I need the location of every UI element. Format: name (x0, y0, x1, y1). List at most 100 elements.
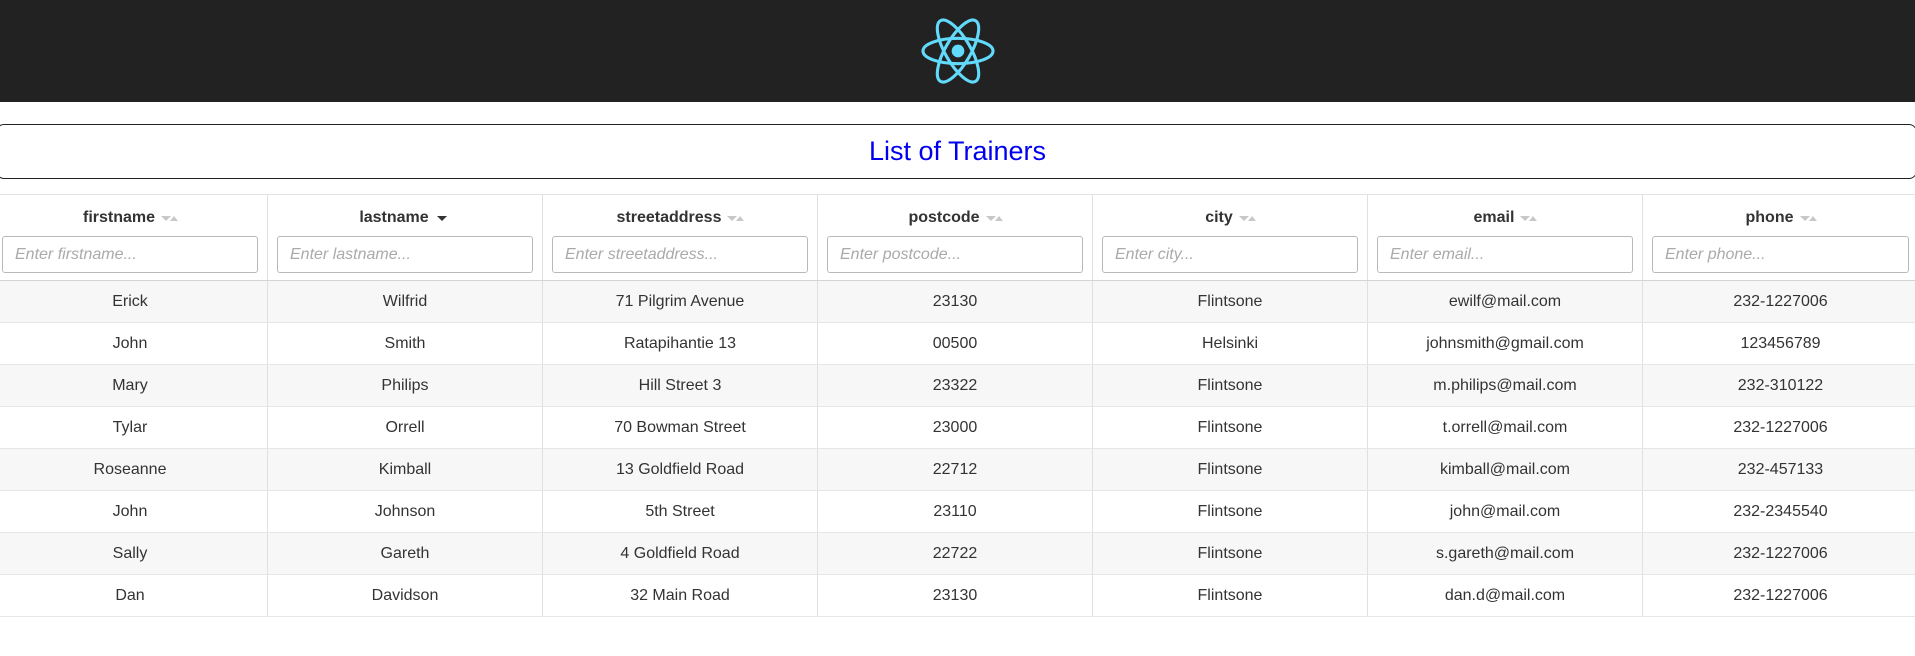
table-row[interactable]: John Johnson 5th Street 23110 Flintsone … (0, 491, 1915, 533)
filter-input-postcode[interactable] (827, 236, 1083, 273)
cell-city: Flintsone (1093, 575, 1368, 616)
cell-email: ewilf@mail.com (1368, 281, 1643, 322)
filter-input-lastname[interactable] (277, 236, 533, 273)
sort-header-streetaddress[interactable]: streetaddress (616, 207, 745, 229)
column-label: email (1473, 209, 1515, 226)
table-row[interactable]: Erick Wilfrid 71 Pilgrim Avenue 23130 Fl… (0, 281, 1915, 323)
cell-phone: 232-457133 (1737, 460, 1824, 478)
cell-email: t.orrell@mail.com (1368, 407, 1643, 448)
cell-streetaddress: 71 Pilgrim Avenue (543, 281, 818, 322)
filter-input-firstname[interactable] (2, 236, 258, 273)
cell-streetaddress: 4 Goldfield Road (543, 533, 818, 574)
cell-email: dan.d@mail.com (1368, 575, 1643, 616)
column-label: city (1205, 209, 1233, 226)
filter-input-streetaddress[interactable] (552, 236, 808, 273)
cell-email: john@mail.com (1368, 491, 1643, 532)
cell-city: Flintsone (1093, 533, 1368, 574)
cell-email: johnsmith@gmail.com (1368, 323, 1643, 364)
cell-email: kimball@mail.com (1368, 449, 1643, 490)
cell-lastname: Smith (268, 323, 543, 364)
column-label: streetaddress (616, 209, 722, 226)
cell-streetaddress: Hill Street 3 (543, 365, 818, 406)
cell-phone: 232-1227006 (1733, 544, 1828, 562)
column-header-city: city (1093, 195, 1368, 280)
column-label: phone (1745, 209, 1794, 226)
table-row[interactable]: Sally Gareth 4 Goldfield Road 22722 Flin… (0, 533, 1915, 575)
column-label: postcode (908, 209, 980, 226)
filter-input-phone[interactable] (1652, 236, 1909, 273)
cell-firstname: Mary (0, 365, 268, 406)
cell-email: m.philips@mail.com (1368, 365, 1643, 406)
cell-phone: 232-310122 (1737, 376, 1824, 394)
cell-postcode: 23130 (818, 575, 1093, 616)
cell-postcode: 23000 (818, 407, 1093, 448)
table-row[interactable]: Tylar Orrell 70 Bowman Street 23000 Flin… (0, 407, 1915, 449)
cell-lastname: Gareth (268, 533, 543, 574)
cell-streetaddress: 5th Street (543, 491, 818, 532)
react-logo-icon (920, 18, 995, 84)
cell-streetaddress: 13 Goldfield Road (543, 449, 818, 490)
filter-input-email[interactable] (1377, 236, 1633, 273)
sort-icon (161, 213, 179, 223)
cell-phone: 123456789 (1740, 334, 1821, 352)
column-label: lastname (359, 209, 429, 226)
cell-phone: 232-2345540 (1733, 502, 1828, 520)
cell-city: Flintsone (1093, 407, 1368, 448)
cell-postcode: 00500 (818, 323, 1093, 364)
page-title: List of Trainers (868, 136, 1047, 166)
table-row[interactable]: Roseanne Kimball 13 Goldfield Road 22712… (0, 449, 1915, 491)
cell-postcode: 22712 (818, 449, 1093, 490)
cell-firstname: Erick (0, 281, 268, 322)
column-header-email: email (1368, 195, 1643, 280)
sort-header-firstname[interactable]: firstname (82, 207, 179, 229)
cell-firstname: Dan (0, 575, 268, 616)
cell-postcode: 23322 (818, 365, 1093, 406)
cell-streetaddress: 70 Bowman Street (543, 407, 818, 448)
cell-firstname: Sally (0, 533, 268, 574)
cell-postcode: 22722 (818, 533, 1093, 574)
cell-email: s.gareth@mail.com (1368, 533, 1643, 574)
table-row[interactable]: John Smith Ratapihantie 13 00500 Helsink… (0, 323, 1915, 365)
filter-input-city[interactable] (1102, 236, 1358, 273)
sort-header-city[interactable]: city (1205, 207, 1256, 229)
sort-ascending-icon (435, 213, 451, 223)
cell-streetaddress: Ratapihantie 13 (543, 323, 818, 364)
cell-firstname: John (0, 491, 268, 532)
cell-lastname: Wilfrid (268, 281, 543, 322)
trainers-table: firstname lastname streetaddress postcod… (0, 194, 1915, 617)
title-panel: List of Trainers (0, 124, 1915, 179)
cell-phone: 232-1227006 (1733, 292, 1828, 310)
column-header-lastname: lastname (268, 195, 543, 280)
cell-city: Flintsone (1093, 281, 1368, 322)
cell-lastname: Philips (268, 365, 543, 406)
sort-icon (985, 213, 1003, 223)
sort-header-phone[interactable]: phone (1745, 207, 1817, 229)
cell-firstname: John (0, 323, 268, 364)
table-body: Erick Wilfrid 71 Pilgrim Avenue 23130 Fl… (0, 281, 1915, 617)
cell-lastname: Orrell (268, 407, 543, 448)
sort-header-email[interactable]: email (1473, 207, 1538, 229)
cell-phone: 232-1227006 (1733, 586, 1828, 604)
sort-icon (1799, 213, 1817, 223)
cell-lastname: Johnson (268, 491, 543, 532)
cell-firstname: Roseanne (0, 449, 268, 490)
cell-firstname: Tylar (0, 407, 268, 448)
cell-phone: 232-1227006 (1733, 418, 1828, 436)
column-header-postcode: postcode (818, 195, 1093, 280)
cell-city: Flintsone (1093, 491, 1368, 532)
sort-icon (1520, 213, 1538, 223)
sort-header-postcode[interactable]: postcode (908, 207, 1003, 229)
table-row[interactable]: Mary Philips Hill Street 3 23322 Flintso… (0, 365, 1915, 407)
cell-lastname: Davidson (268, 575, 543, 616)
sort-header-lastname[interactable]: lastname (359, 207, 450, 229)
table-row[interactable]: Dan Davidson 32 Main Road 23130 Flintson… (0, 575, 1915, 617)
cell-city: Flintsone (1093, 365, 1368, 406)
cell-streetaddress: 32 Main Road (543, 575, 818, 616)
column-header-firstname: firstname (0, 195, 268, 280)
column-label: firstname (82, 209, 156, 226)
cell-lastname: Kimball (268, 449, 543, 490)
cell-city: Flintsone (1093, 449, 1368, 490)
cell-city: Helsinki (1093, 323, 1368, 364)
sort-icon (727, 213, 745, 223)
table-header-row: firstname lastname streetaddress postcod… (0, 194, 1915, 281)
